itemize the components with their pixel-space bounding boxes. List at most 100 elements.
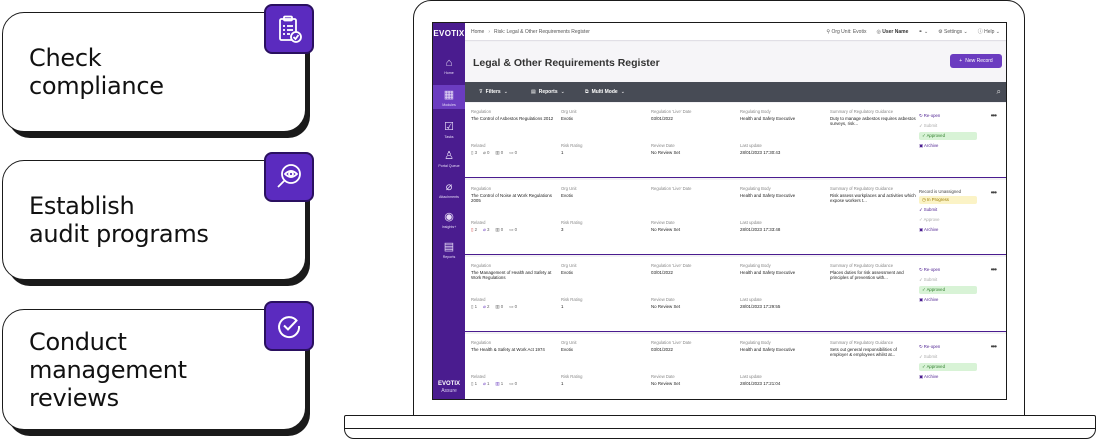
action-label: Submit xyxy=(923,123,938,128)
new-record-button[interactable]: + New Record xyxy=(950,54,1002,68)
action-label: Archive xyxy=(924,227,939,232)
filters-label: Filters xyxy=(485,89,501,95)
user-menu[interactable]: ◎ User Name xyxy=(876,29,908,35)
field-label: Regulation 'Live' Date xyxy=(651,186,692,191)
sidebar-item-modules[interactable]: ▦ Modules xyxy=(433,85,465,109)
field-label: Related xyxy=(471,374,486,379)
field-label: Org Unit xyxy=(561,340,577,345)
action-label: Archive xyxy=(924,143,939,148)
related-field: Related ▯ 1 ⌀ 1 ▥ 1 ▭ 0 xyxy=(471,374,517,386)
action-archive[interactable]: ▣ Archive xyxy=(919,372,983,382)
sidebar-item-attachments[interactable]: ⌀ Attachments xyxy=(433,181,465,199)
sidebar-item-home[interactable]: ⌂ Home xyxy=(433,57,465,75)
action-submit: ➶ Submit xyxy=(919,121,983,131)
review-date-field: Review Date No Review Set xyxy=(651,374,731,386)
comment-count[interactable]: ▭ 0 xyxy=(509,227,517,232)
more-options-icon[interactable]: ••• xyxy=(991,342,997,351)
sidebar-item-label: Insights+ xyxy=(441,225,457,229)
field-value: No Review Set xyxy=(651,303,681,309)
action-approved[interactable]: ✓ Approved xyxy=(919,286,977,294)
count-value: 1 xyxy=(500,380,504,386)
risk-rating-field: Risk Rating 1 xyxy=(561,374,641,386)
related-field: Related ▯ 2 ⌀ 3 ▥ 0 ▭ 0 xyxy=(471,220,517,232)
last-update-field: Last update 28/01/2023 17:30:43 xyxy=(740,143,820,155)
record-row[interactable]: Regulation The Control of Noise at Work R… xyxy=(465,180,1006,255)
field-label: Risk Rating xyxy=(561,374,583,379)
related-counts: ▯ 1 ⌀ 2 ▥ 0 ▭ 0 xyxy=(471,304,517,309)
reports-button[interactable]: ▤ Reports ⌄ xyxy=(531,89,565,95)
paperclip-count[interactable]: ⌀ 3 xyxy=(483,227,489,232)
action-label: Approved xyxy=(926,133,945,138)
document-count[interactable]: ▯ 3 xyxy=(471,150,477,155)
field-label: Regulation 'Live' Date xyxy=(651,263,692,268)
record-row[interactable]: Regulation The Management of Health and S… xyxy=(465,257,1006,332)
action-archive[interactable]: ▣ Archive xyxy=(919,295,983,305)
multi-mode-button[interactable]: ⧉ Multi Mode ⌄ xyxy=(585,89,625,95)
field-label: Regulation xyxy=(471,340,492,345)
sidebar-item-label: Tasks xyxy=(444,135,454,139)
settings-menu[interactable]: ⚙ Settings ⌄ xyxy=(938,29,968,35)
live-date-field: Regulation 'Live' Date 03/01/2022 xyxy=(651,263,731,275)
action-archive[interactable]: ▣ Archive xyxy=(919,141,983,151)
field-value: Evotix xyxy=(561,192,573,198)
more-options-icon[interactable]: ••• xyxy=(991,265,997,274)
document-count[interactable]: ▯ 1 xyxy=(471,304,477,309)
paperclip-count[interactable]: ⌀ 2 xyxy=(483,304,489,309)
document-count[interactable]: ▯ 2 xyxy=(471,227,477,232)
record-row[interactable]: Regulation The Control of Asbestos Regula… xyxy=(465,103,1006,178)
field-label: Review Date xyxy=(651,143,675,148)
sidebar-item-reports[interactable]: ▤ Reports xyxy=(433,241,465,259)
paperclip-count[interactable]: ⌀ 0 xyxy=(483,150,489,155)
action-in-progress[interactable]: ◷ In Progress xyxy=(919,196,977,204)
summary-field: Summary of Regulatory Guidance Sets out g… xyxy=(830,340,916,358)
org-unit-field: Org Unit Evotix xyxy=(561,340,641,352)
breadcrumb-home[interactable]: Home xyxy=(471,29,484,35)
action-archive[interactable]: ▣ Archive xyxy=(919,225,983,235)
comment-count[interactable]: ▭ 0 xyxy=(509,304,517,309)
action-label: Submit xyxy=(923,207,938,212)
chevron-down-icon: ⌄ xyxy=(963,28,968,35)
sidebar-item-tasks[interactable]: ☑ Tasks xyxy=(433,121,465,139)
field-label: Summary of Regulatory Guidance xyxy=(830,263,894,268)
sidebar-item-label: Attachments xyxy=(439,195,459,199)
action-label: Approved xyxy=(926,364,945,369)
card-text: Establish audit programs xyxy=(29,192,209,248)
sidebar-item-insights[interactable]: ◉ Insights+ xyxy=(433,211,465,229)
stage: Check compliance Establish audit program… xyxy=(0,0,1098,441)
top-bar: Home › Risk: Legal & Other Requirements Re… xyxy=(465,23,1006,41)
count-value: 0 xyxy=(514,303,518,309)
document-count[interactable]: ▯ 1 xyxy=(471,381,477,386)
search-icon[interactable]: ⌕ xyxy=(997,87,1001,97)
filters-button[interactable]: ⊽ Filters ⌄ xyxy=(479,89,508,95)
field-value: 28/01/2023 17:30:43 xyxy=(740,149,781,155)
help-menu[interactable]: ⓘ Help ⌄ xyxy=(978,28,1000,35)
more-options-icon[interactable]: ••• xyxy=(991,188,997,197)
comment-count[interactable]: ▭ 0 xyxy=(509,150,517,155)
more-options-icon[interactable]: ••• xyxy=(991,111,997,120)
building-count[interactable]: ▥ 0 xyxy=(495,150,503,155)
page-title: Legal & Other Requirements Register xyxy=(473,57,660,69)
link-menu[interactable]: ⚭ ⌄ xyxy=(918,29,928,35)
action-approved[interactable]: ✓ Approved xyxy=(919,363,977,371)
field-label: Regulating Body xyxy=(740,186,771,191)
org-unit-selector[interactable]: ⚲ Org Unit: Evotix xyxy=(826,29,866,35)
action-submit[interactable]: ➶ Submit xyxy=(919,205,983,215)
action-re-open[interactable]: ↻ Re-open xyxy=(919,265,983,275)
field-label: Risk Rating xyxy=(561,220,583,225)
paperclip-count[interactable]: ⌀ 1 xyxy=(483,381,489,386)
action-approved[interactable]: ✓ Approved xyxy=(919,132,977,140)
action-label: Approved xyxy=(926,287,945,292)
building-count[interactable]: ▥ 1 xyxy=(495,381,503,386)
building-count[interactable]: ▥ 0 xyxy=(495,227,503,232)
sidebar-item-portal-queue[interactable]: ♙ Portal Queue xyxy=(433,150,465,168)
field-label: Org Unit xyxy=(561,109,577,114)
field-value: The Control of Noise at Work Regulations… xyxy=(471,192,552,204)
action-re-open[interactable]: ↻ Re-open xyxy=(919,111,983,121)
breadcrumb-current: Risk: Legal & Other Requirements Registe… xyxy=(494,29,590,35)
comment-count[interactable]: ▭ 0 xyxy=(509,381,517,386)
record-row[interactable]: Regulation The Health & Safety at Work Ac… xyxy=(465,334,1006,399)
help-label: Help xyxy=(984,29,995,35)
action-re-open[interactable]: ↻ Re-open xyxy=(919,342,983,352)
field-value: 3 xyxy=(561,226,564,232)
building-count[interactable]: ▥ 0 xyxy=(495,304,503,309)
